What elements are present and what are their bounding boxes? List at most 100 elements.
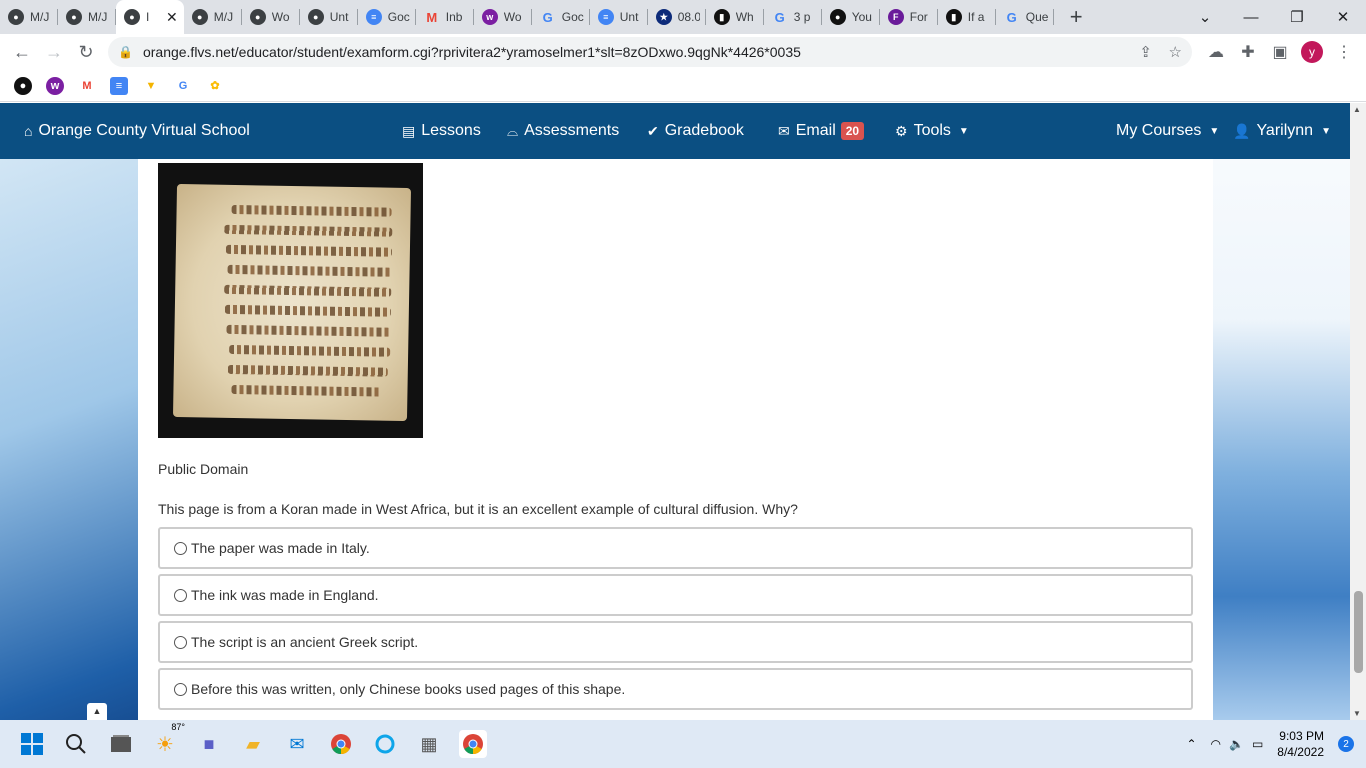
- browser-tab[interactable]: ● You: [822, 0, 880, 34]
- back-icon[interactable]: ←: [6, 42, 38, 63]
- docs-bookmark-icon[interactable]: ≡: [110, 76, 128, 95]
- wifi-icon[interactable]: ◠: [1211, 737, 1221, 751]
- browser-tab[interactable]: ● M/J: [0, 0, 58, 34]
- chevron-up-icon[interactable]: ⌃: [1186, 737, 1196, 751]
- close-tab-icon[interactable]: ✕: [166, 9, 178, 26]
- browser-tab[interactable]: ● Unt: [300, 0, 358, 34]
- home-icon: ⌂: [24, 123, 33, 139]
- google-bookmark-icon[interactable]: G: [174, 77, 192, 95]
- answer-option-4[interactable]: Before this was written, only Chinese bo…: [158, 668, 1193, 710]
- scroll-up-icon[interactable]: ▲: [1353, 105, 1361, 114]
- browser-tab[interactable]: ● M/J: [58, 0, 116, 34]
- answer-option-2[interactable]: The ink was made in England.: [158, 574, 1193, 616]
- notification-badge[interactable]: 2: [1338, 736, 1354, 752]
- globe-icon: ●: [307, 9, 324, 25]
- file-explorer-icon[interactable]: ▰: [239, 730, 267, 758]
- scroll-to-top-button[interactable]: ▲: [87, 703, 107, 720]
- browser-tab[interactable]: F For: [880, 0, 938, 34]
- browser-tab[interactable]: ≡ Unt: [590, 0, 648, 34]
- bookmark-star-icon[interactable]: ☆: [1169, 43, 1182, 61]
- chrome-icon[interactable]: [327, 730, 355, 758]
- question-text: This page is from a Koran made in West A…: [158, 501, 798, 517]
- nav-user[interactable]: 👤 Yarilynn ▼: [1233, 103, 1331, 159]
- radio-button[interactable]: [174, 541, 187, 555]
- teams-icon[interactable]: ■: [195, 730, 223, 758]
- browser-tab[interactable]: ≡ Goc: [358, 0, 416, 34]
- browser-tab[interactable]: ▮ If a: [938, 0, 996, 34]
- battery-icon[interactable]: ▭: [1252, 737, 1263, 751]
- side-panel-icon[interactable]: ▣: [1264, 42, 1296, 62]
- chevron-down-icon: ▼: [958, 125, 969, 137]
- start-icon[interactable]: [18, 730, 46, 758]
- browser-tab[interactable]: G 3 p: [764, 0, 822, 34]
- scrollbar-thumb[interactable]: [1354, 591, 1363, 673]
- browser-tab[interactable]: ▮ Wh: [706, 0, 764, 34]
- clock[interactable]: 9:03 PM 8/4/2022: [1277, 728, 1324, 760]
- new-tab-button[interactable]: +: [1070, 4, 1083, 30]
- answer-option-1[interactable]: The paper was made in Italy.: [158, 527, 1193, 569]
- tab-title: Wo: [503, 10, 522, 24]
- email-count-badge: 20: [840, 122, 865, 140]
- radio-button[interactable]: [174, 635, 187, 649]
- profile-avatar[interactable]: y: [1301, 41, 1323, 63]
- envelope-icon: ✉: [778, 122, 790, 139]
- browser-tab[interactable]: ★ 08.0: [648, 0, 706, 34]
- volume-icon[interactable]: 🔈: [1229, 737, 1244, 751]
- chrome-profile-icon[interactable]: [459, 730, 487, 758]
- menu-icon[interactable]: ⋮: [1328, 42, 1360, 62]
- browser-tab[interactable]: w Wo: [474, 0, 532, 34]
- tab-search-icon[interactable]: ⌄: [1182, 8, 1228, 26]
- nav-my-courses[interactable]: My Courses ▼: [1116, 103, 1219, 159]
- koran-page-image: [158, 163, 423, 438]
- restore-icon[interactable]: ❐: [1274, 8, 1320, 26]
- browser-tab[interactable]: G Goc: [532, 0, 590, 34]
- tab-title: For: [909, 10, 928, 24]
- nav-lessons[interactable]: ▤ Lessons: [402, 103, 481, 159]
- search-icon[interactable]: [62, 730, 90, 758]
- extension-icon[interactable]: ☁: [1200, 42, 1232, 62]
- globe-icon: ●: [66, 9, 82, 25]
- nav-tools[interactable]: ⚙ Tools ▼: [895, 103, 969, 159]
- tab-title: I: [146, 10, 150, 24]
- calculator-icon[interactable]: ▦: [415, 730, 443, 758]
- close-window-icon[interactable]: ✕: [1320, 8, 1366, 26]
- address-bar[interactable]: 🔒 orange.flvs.net/educator/student/examf…: [108, 37, 1192, 67]
- nav-user-label: Yarilynn: [1256, 122, 1314, 139]
- scroll-down-icon[interactable]: ▼: [1353, 709, 1361, 718]
- book-icon: ▮: [945, 9, 962, 25]
- nav-assessments[interactable]: ⌓ Assessments: [507, 103, 619, 159]
- minimize-icon[interactable]: —: [1228, 9, 1274, 26]
- forward-icon[interactable]: →: [38, 42, 70, 63]
- windows-taskbar: ☀ 87° ■ ▰ ✉ ▦ ⌃ ◠ 🔈 ▭ 9:03 PM 8/4/2022 2: [0, 720, 1366, 768]
- browser-tab[interactable]: M Inb: [416, 0, 474, 34]
- weather-icon[interactable]: ☀ 87°: [151, 722, 185, 758]
- google-icon: G: [774, 9, 785, 25]
- page-scrollbar[interactable]: ▲ ▼: [1350, 103, 1366, 720]
- radio-button[interactable]: [174, 588, 187, 602]
- browser-tab[interactable]: ● M/J: [184, 0, 242, 34]
- reload-icon[interactable]: ↻: [70, 42, 102, 63]
- task-view-icon[interactable]: [107, 730, 135, 758]
- browser-tab[interactable]: G Que: [996, 0, 1054, 34]
- tab-title: M/J: [88, 10, 108, 24]
- globe-bookmark-icon[interactable]: ●: [14, 76, 32, 95]
- tab-title: 3 p: [793, 10, 811, 24]
- answer-option-3[interactable]: The script is an ancient Greek script.: [158, 621, 1193, 663]
- browser-tab[interactable]: ● I ✕: [116, 0, 184, 34]
- exam-panel: Public Domain This page is from a Koran …: [138, 159, 1213, 720]
- w-bookmark-icon[interactable]: w: [46, 76, 64, 95]
- browser-tab[interactable]: ● Wo: [242, 0, 300, 34]
- nav-gradebook[interactable]: ✔ Gradebook: [647, 103, 744, 159]
- gmail-bookmark-icon[interactable]: M: [78, 77, 96, 95]
- cortana-icon[interactable]: [371, 730, 399, 758]
- puzzle-icon[interactable]: ✚: [1232, 42, 1264, 62]
- google-icon: G: [1006, 9, 1017, 25]
- medal-bookmark-icon[interactable]: ▼: [142, 77, 160, 95]
- nav-email[interactable]: ✉ Email 20: [778, 103, 865, 159]
- book-icon: ▤: [402, 122, 416, 139]
- brand-link[interactable]: ⌂ Orange County Virtual School: [24, 103, 250, 159]
- photos-bookmark-icon[interactable]: ✿: [206, 77, 224, 95]
- mail-icon[interactable]: ✉: [283, 730, 311, 758]
- radio-button[interactable]: [174, 682, 187, 696]
- share-icon[interactable]: ⇪: [1139, 43, 1152, 61]
